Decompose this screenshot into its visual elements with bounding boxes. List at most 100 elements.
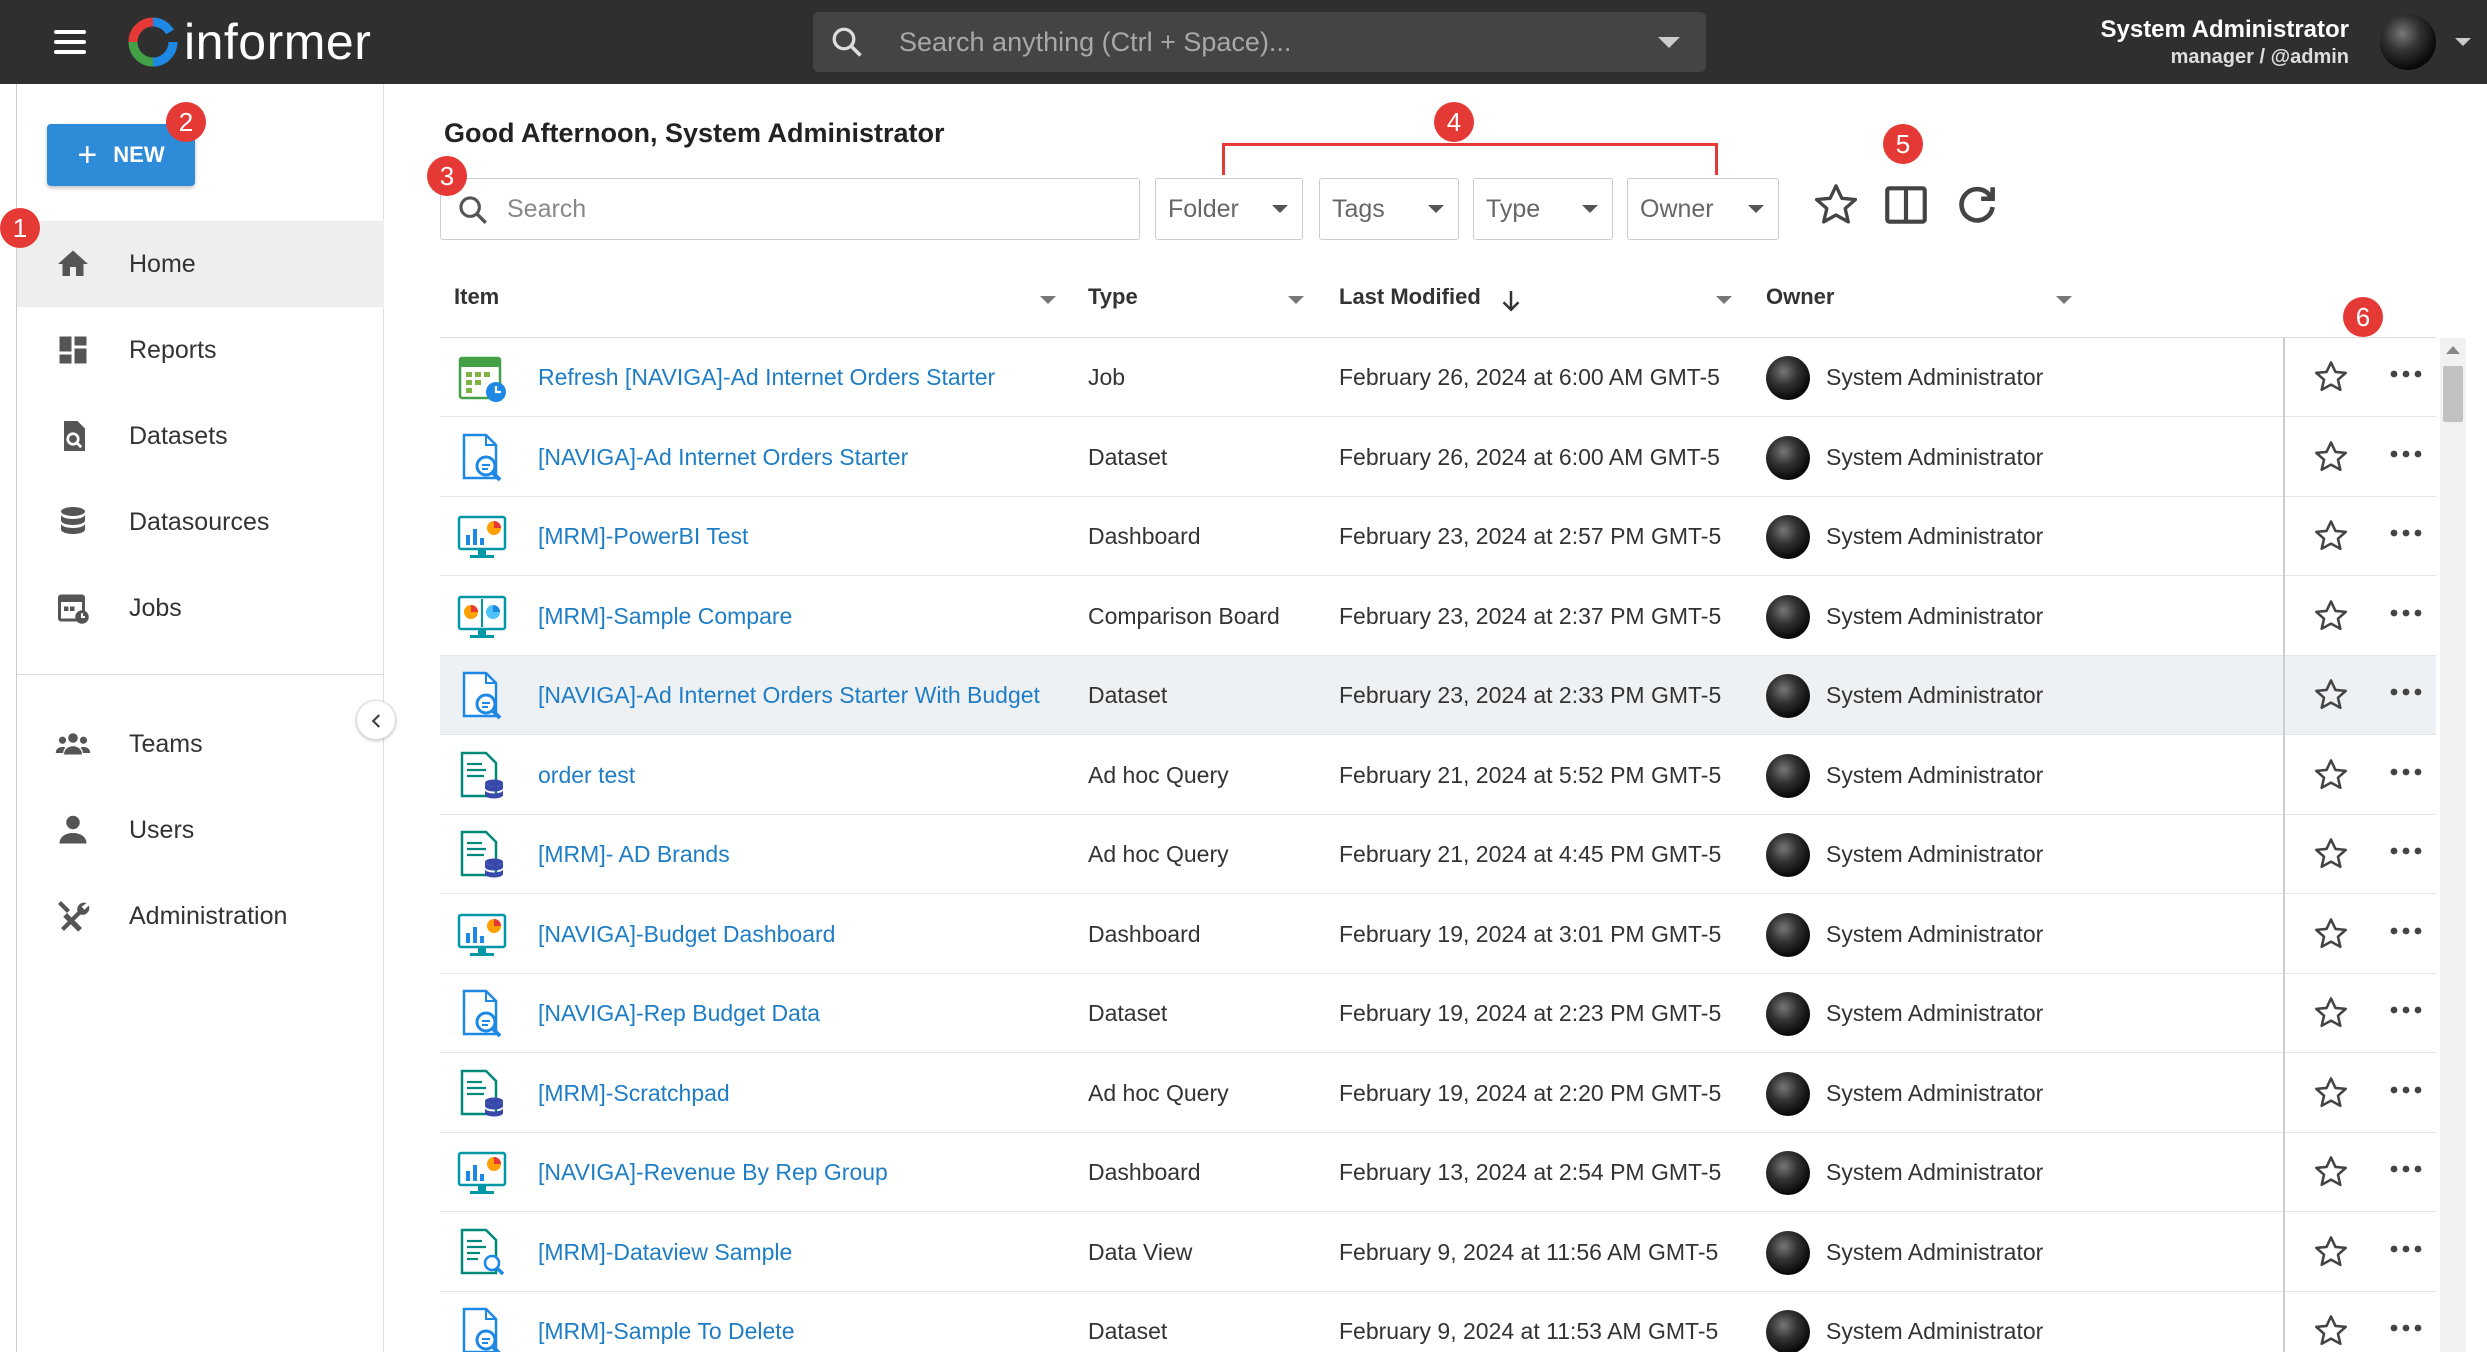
hamburger-menu-icon[interactable]	[50, 26, 90, 58]
query-item-icon	[456, 829, 508, 881]
table-row[interactable]: [MRM]-Sample Compare Comparison Board Febr…	[440, 577, 2436, 656]
more-options-icon[interactable]	[2386, 1000, 2426, 1020]
sidebar-item-administration[interactable]: Administration	[17, 873, 384, 959]
favorite-star-icon[interactable]	[2312, 835, 2350, 873]
columns-layout-icon[interactable]	[1881, 180, 1931, 230]
app-logo[interactable]: informer	[128, 14, 371, 70]
more-options-icon[interactable]	[2386, 444, 2426, 464]
more-options-icon[interactable]	[2386, 1318, 2426, 1338]
item-name-link[interactable]: [MRM]- AD Brands	[538, 841, 730, 868]
table-row[interactable]: [MRM]- AD Brands Ad hoc Query February 21,…	[440, 815, 2436, 894]
sort-down-arrow-icon[interactable]	[1496, 286, 1526, 316]
chevron-down-icon[interactable]	[1716, 296, 1732, 304]
scrollbar-thumb[interactable]	[2443, 366, 2463, 422]
item-name-link[interactable]: [NAVIGA]-Ad Internet Orders Starter	[538, 444, 908, 471]
favorite-star-icon[interactable]	[2312, 1074, 2350, 1112]
favorite-star-icon[interactable]	[2312, 597, 2350, 635]
table-row[interactable]: [MRM]-Sample To Delete Dataset February 9,…	[440, 1292, 2436, 1352]
item-name-link[interactable]: [MRM]-Sample Compare	[538, 603, 792, 630]
user-info[interactable]: System Administrator manager / @admin	[2100, 16, 2349, 69]
item-name-link[interactable]: [MRM]-PowerBI Test	[538, 523, 748, 550]
chevron-down-icon[interactable]	[1658, 37, 1680, 48]
more-options-icon[interactable]	[2386, 523, 2426, 543]
annotation-marker: 6	[2343, 297, 2383, 337]
item-name-link[interactable]: [NAVIGA]-Budget Dashboard	[538, 921, 835, 948]
refresh-icon[interactable]	[1952, 180, 2002, 230]
sidebar-item-datasets[interactable]: Datasets	[17, 393, 384, 479]
table-row[interactable]: [MRM]-Dataview Sample Data View February 9…	[440, 1213, 2436, 1292]
table-row[interactable]: [NAVIGA]-Rep Budget Data Dataset February …	[440, 974, 2436, 1053]
favorite-star-icon[interactable]	[2312, 756, 2350, 794]
vertical-scrollbar[interactable]	[2440, 338, 2466, 1352]
more-options-icon[interactable]	[2386, 364, 2426, 384]
more-options-icon[interactable]	[2386, 603, 2426, 623]
scroll-up-arrow-icon[interactable]	[2446, 346, 2460, 354]
chevron-down-icon[interactable]	[2056, 296, 2072, 304]
query-item-icon	[456, 750, 508, 802]
avatar[interactable]	[2380, 14, 2436, 70]
user-menu-chevron-icon[interactable]	[2455, 38, 2471, 46]
sidebar-item-label: Home	[129, 249, 196, 278]
collapse-sidebar-button[interactable]	[356, 700, 396, 740]
favorite-star-icon[interactable]	[2312, 676, 2350, 714]
column-header-owner[interactable]: Owner	[1766, 284, 1834, 310]
sidebar-item-jobs[interactable]: Jobs	[17, 565, 384, 651]
sidebar-item-users[interactable]: Users	[17, 787, 384, 873]
table-row[interactable]: [MRM]-Scratchpad Ad hoc Query February 19,…	[440, 1054, 2436, 1133]
favorite-star-icon[interactable]	[2312, 517, 2350, 555]
more-options-icon[interactable]	[2386, 1080, 2426, 1100]
favorite-star-icon[interactable]	[2312, 1153, 2350, 1191]
sidebar-item-datasources[interactable]: Datasources	[17, 479, 384, 565]
column-header-type[interactable]: Type	[1088, 284, 1138, 310]
sidebar-item-teams[interactable]: Teams	[17, 701, 384, 787]
column-header-item[interactable]: Item	[454, 284, 499, 310]
table-row[interactable]: Refresh [NAVIGA]-Ad Internet Orders Star…	[440, 338, 2436, 417]
more-options-icon[interactable]	[2386, 762, 2426, 782]
chevron-down-icon[interactable]	[1288, 296, 1304, 304]
table-row[interactable]: [NAVIGA]-Revenue By Rep Group Dashboard Fe…	[440, 1133, 2436, 1212]
more-options-icon[interactable]	[2386, 841, 2426, 861]
owner-avatar	[1766, 992, 1810, 1036]
more-options-icon[interactable]	[2386, 921, 2426, 941]
item-name-link[interactable]: [MRM]-Scratchpad	[538, 1080, 730, 1107]
chevron-down-icon[interactable]	[1040, 296, 1056, 304]
item-search-input[interactable]	[507, 179, 1127, 239]
favorites-star-icon[interactable]	[1811, 180, 1861, 230]
table-row[interactable]: [NAVIGA]-Ad Internet Orders Starter Datas…	[440, 418, 2436, 497]
item-name-link[interactable]: [NAVIGA]-Revenue By Rep Group	[538, 1159, 888, 1186]
filter-label: Type	[1486, 195, 1541, 223]
tags-filter[interactable]: Tags	[1319, 178, 1459, 240]
item-name-link[interactable]: [NAVIGA]-Ad Internet Orders Starter With…	[538, 682, 1040, 709]
folder-filter[interactable]: Folder	[1155, 178, 1303, 240]
item-name-link[interactable]: [MRM]-Sample To Delete	[538, 1318, 795, 1345]
sidebar-item-reports[interactable]: Reports	[17, 307, 384, 393]
owner-filter[interactable]: Owner	[1627, 178, 1779, 240]
table-row[interactable]: [NAVIGA]-Ad Internet Orders Starter With…	[440, 656, 2436, 735]
sidebar-item-label: Datasources	[129, 507, 270, 536]
favorite-star-icon[interactable]	[2312, 1233, 2350, 1271]
item-name-link[interactable]: Refresh [NAVIGA]-Ad Internet Orders Star…	[538, 364, 995, 391]
owner-avatar	[1766, 1230, 1810, 1275]
item-name-link[interactable]: [NAVIGA]-Rep Budget Data	[538, 1000, 820, 1027]
favorite-star-icon[interactable]	[2312, 1312, 2350, 1350]
table-row[interactable]: [NAVIGA]-Budget Dashboard Dashboard Februa…	[440, 895, 2436, 974]
sidebar-item-home[interactable]: Home	[17, 221, 384, 307]
item-name-link[interactable]: order test	[538, 762, 635, 789]
item-search-bar[interactable]	[440, 178, 1140, 240]
global-search-input[interactable]	[899, 12, 1619, 72]
more-options-icon[interactable]	[2386, 682, 2426, 702]
global-search-bar[interactable]	[813, 12, 1706, 72]
filter-label: Owner	[1640, 195, 1714, 223]
favorite-star-icon[interactable]	[2312, 358, 2350, 396]
table-row[interactable]: order test Ad hoc Query February 21, 2024 …	[440, 736, 2436, 815]
type-filter[interactable]: Type	[1473, 178, 1613, 240]
favorite-star-icon[interactable]	[2312, 438, 2350, 476]
favorite-star-icon[interactable]	[2312, 994, 2350, 1032]
favorite-star-icon[interactable]	[2312, 915, 2350, 953]
table-row[interactable]: [MRM]-PowerBI Test Dashboard February 23, …	[440, 497, 2436, 576]
more-options-icon[interactable]	[2386, 1239, 2426, 1259]
column-header-last-modified[interactable]: Last Modified	[1339, 284, 1481, 310]
annotation-marker: 4	[1434, 102, 1474, 142]
item-name-link[interactable]: [MRM]-Dataview Sample	[538, 1239, 792, 1266]
more-options-icon[interactable]	[2386, 1159, 2426, 1179]
